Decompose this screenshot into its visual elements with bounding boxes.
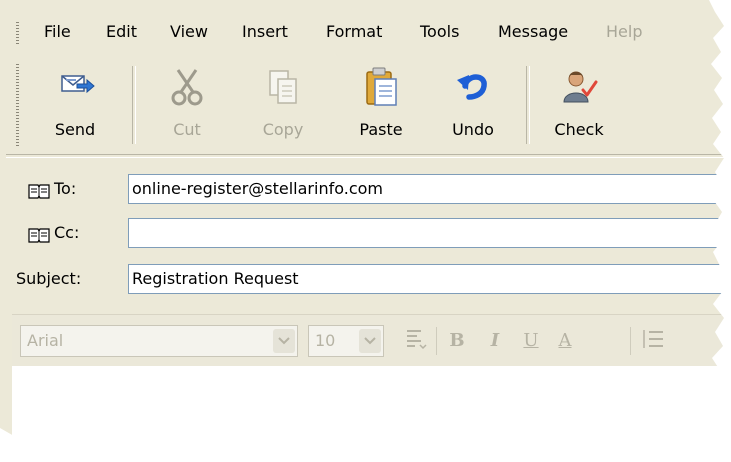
torn-edge-decoration [0,0,731,462]
compose-window: File Edit View Insert Format Tools Messa… [0,0,731,462]
